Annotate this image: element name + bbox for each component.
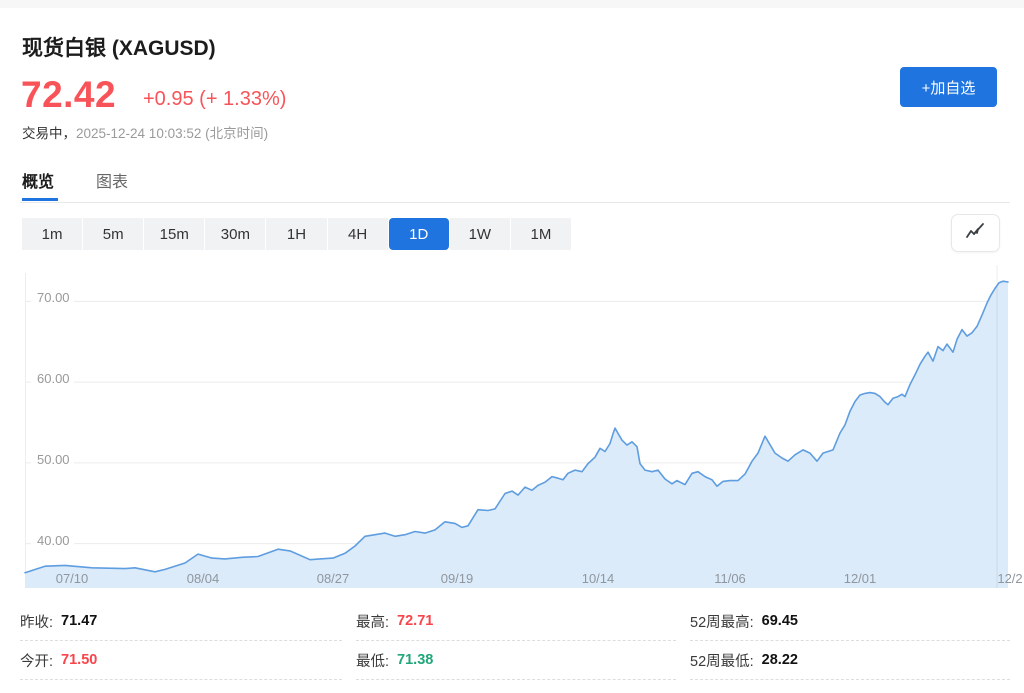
stat-label: 最高: xyxy=(356,611,389,632)
y-tick-label: 40.00 xyxy=(31,533,74,548)
stat-value: 71.47 xyxy=(61,613,97,629)
stat-high: 最高: 72.71 xyxy=(356,602,676,641)
stat-52w-low: 52周最低: 28.22 xyxy=(690,641,1010,680)
interval-1w[interactable]: 1W xyxy=(450,218,510,250)
stat-open: 今开: 71.50 xyxy=(20,641,342,680)
x-tick-label: 09/19 xyxy=(441,571,474,586)
stats-column-2: 最高: 72.71 最低: 71.38 xyxy=(356,602,676,680)
stat-label: 昨收: xyxy=(20,611,53,632)
add-watchlist-button[interactable]: +加自选 xyxy=(900,67,997,107)
stats-column-3: 52周最高: 69.45 52周最低: 28.22 xyxy=(690,602,1010,680)
trading-status: 交易中，2025-12-24 10:03:52 (北京时间) xyxy=(22,122,268,142)
x-tick-label: 07/10 xyxy=(56,571,89,586)
y-tick-label: 70.00 xyxy=(31,290,74,305)
interval-15m[interactable]: 15m xyxy=(144,218,204,250)
quote-timestamp: 2025-12-24 10:03:52 (北京时间) xyxy=(76,126,268,141)
stat-label: 52周最高: xyxy=(690,611,754,632)
x-tick-label: 11/06 xyxy=(714,571,746,586)
y-tick-label: 60.00 xyxy=(31,371,74,386)
area-fill xyxy=(25,281,1008,588)
tabs-divider xyxy=(20,202,1010,203)
stat-value: 69.45 xyxy=(762,613,798,629)
stat-52w-high: 52周最高: 69.45 xyxy=(690,602,1010,641)
x-tick-label: 08/27 xyxy=(317,571,350,586)
interval-1m[interactable]: 1m xyxy=(22,218,82,250)
interval-1h[interactable]: 1H xyxy=(266,218,326,250)
stat-label: 52周最低: xyxy=(690,650,754,671)
page-top-strip xyxy=(0,0,1024,8)
price-change: +0.95 (+ 1.33%) xyxy=(143,88,286,111)
trend-line-icon xyxy=(965,222,987,245)
stat-low: 最低: 71.38 xyxy=(356,641,676,680)
interval-toolbar: 1m 5m 15m 30m 1H 4H 1D 1W 1M xyxy=(22,218,571,250)
stat-value: 72.71 xyxy=(397,613,433,629)
quote-page: 现货白银 (XAGUSD) 72.42 +0.95 (+ 1.33%) 交易中，… xyxy=(0,0,1024,693)
interval-5m[interactable]: 5m xyxy=(83,218,143,250)
x-tick-label: 08/04 xyxy=(187,571,220,586)
stat-label: 最低: xyxy=(356,650,389,671)
x-tick-label: 12/2 xyxy=(997,571,1022,586)
interval-4h[interactable]: 4H xyxy=(328,218,388,250)
stat-value: 71.50 xyxy=(61,652,97,668)
trading-status-label: 交易中， xyxy=(22,126,76,141)
x-tick-label: 12/01 xyxy=(844,571,877,586)
active-tab-underline xyxy=(22,198,58,201)
interval-1m-month[interactable]: 1M xyxy=(511,218,571,250)
y-tick-label: 50.00 xyxy=(31,452,74,467)
stat-label: 今开: xyxy=(20,650,53,671)
x-tick-label: 10/14 xyxy=(582,571,615,586)
tab-chart[interactable]: 图表 xyxy=(96,168,128,204)
chart-canvas xyxy=(25,265,1008,588)
interval-1d[interactable]: 1D xyxy=(389,218,449,250)
interval-30m[interactable]: 30m xyxy=(205,218,265,250)
stat-prev-close: 昨收: 71.47 xyxy=(20,602,342,641)
stats-column-1: 昨收: 71.47 今开: 71.50 xyxy=(20,602,342,680)
last-price: 72.42 xyxy=(21,74,116,116)
chart-type-button[interactable] xyxy=(951,214,1000,252)
stat-value: 71.38 xyxy=(397,652,433,668)
price-area-chart[interactable]: 70.00 60.00 50.00 40.00 07/10 08/04 08/27 09/1… xyxy=(25,265,1008,588)
instrument-title: 现货白银 (XAGUSD) xyxy=(22,32,216,62)
stat-value: 28.22 xyxy=(762,652,798,668)
